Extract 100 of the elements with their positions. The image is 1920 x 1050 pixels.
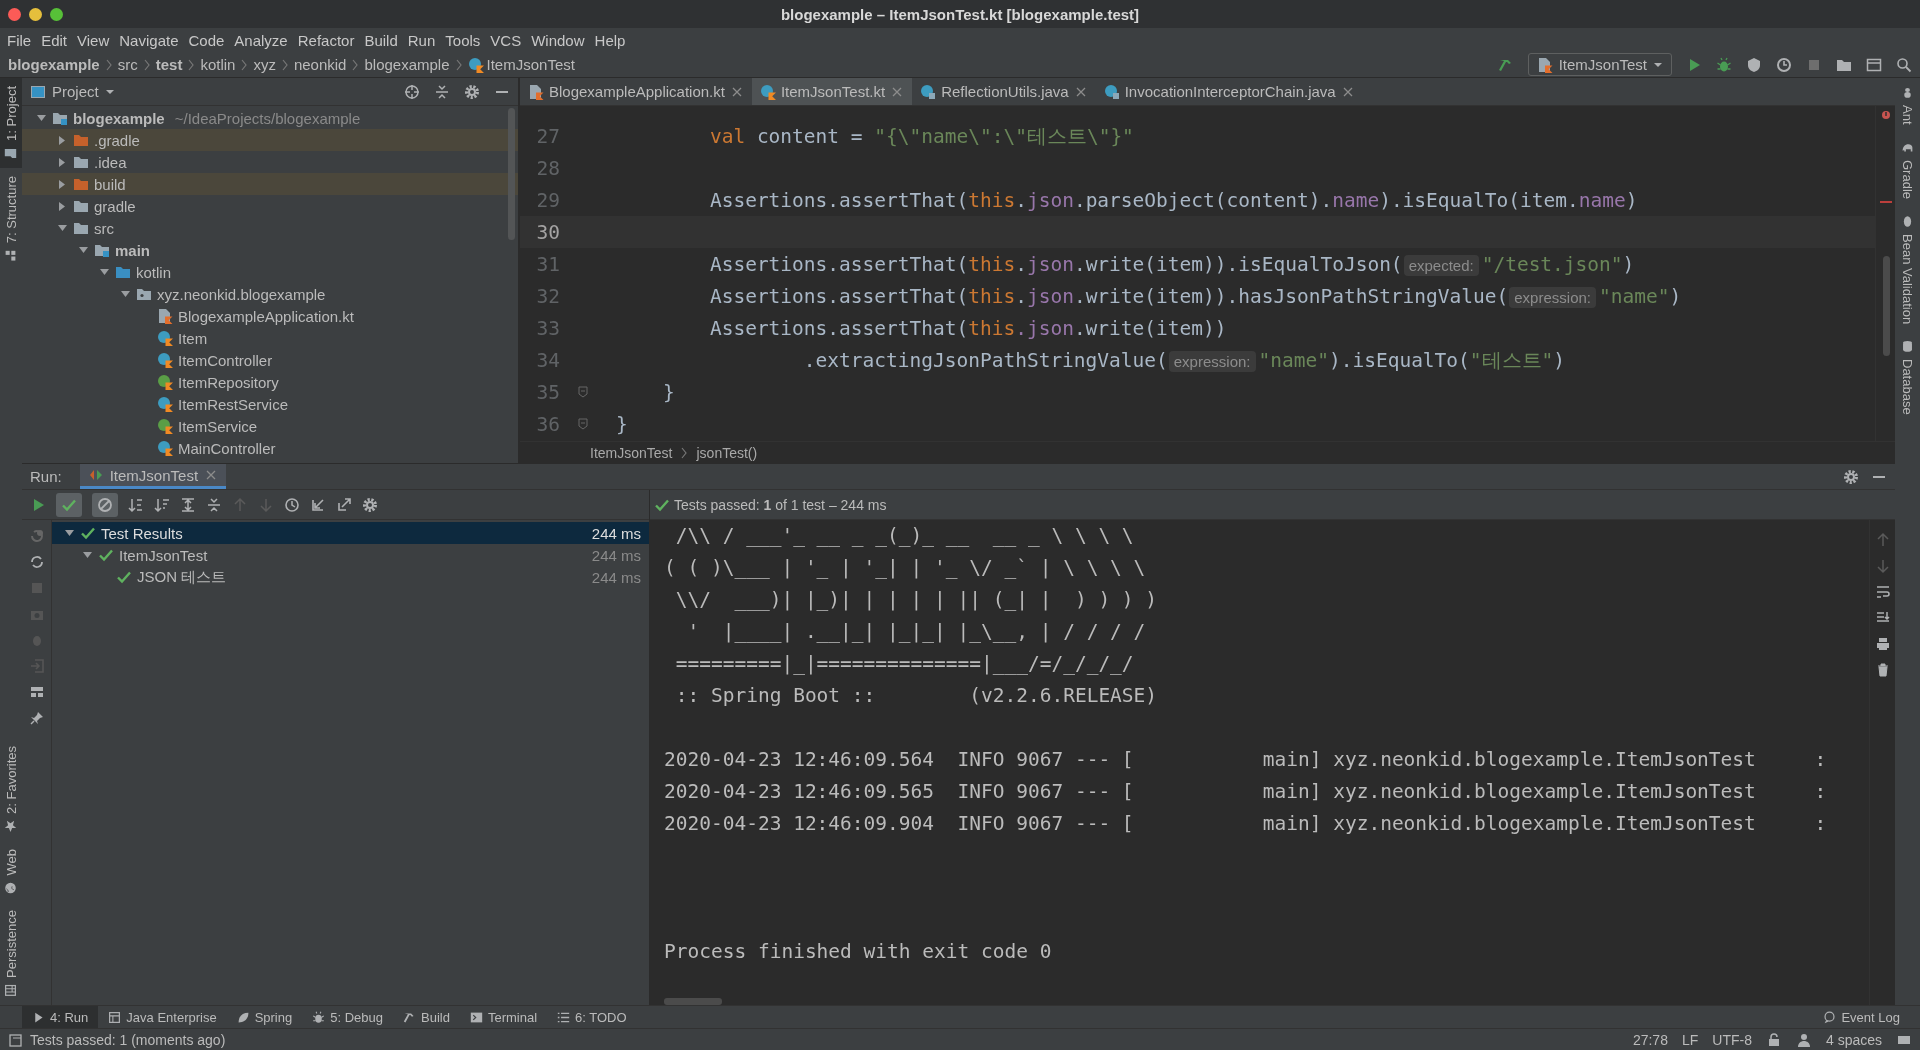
- fold-marker-icon[interactable]: [577, 417, 589, 431]
- collapsed-arrow-icon[interactable]: [57, 156, 68, 168]
- bug-icon[interactable]: [1716, 56, 1732, 73]
- test-tree-item[interactable]: ItemJsonTest 244 ms: [52, 544, 649, 566]
- file-encoding[interactable]: UTF-8: [1712, 1031, 1752, 1048]
- tree-item[interactable]: ItemService: [22, 415, 518, 437]
- breadcrumb-item[interactable]: blogexample: [364, 56, 450, 73]
- menu-item[interactable]: Build: [359, 29, 403, 51]
- run-configuration-dropdown[interactable]: ItemJsonTest: [1527, 53, 1672, 76]
- error-icon[interactable]: [1881, 110, 1891, 120]
- editor-tab[interactable]: ReflectionUtils.java: [912, 78, 1096, 105]
- tree-item[interactable]: .idea: [22, 151, 518, 173]
- collapse-all-icon[interactable]: [434, 83, 450, 100]
- tree-item[interactable]: main: [22, 239, 518, 261]
- sort-alphabetically-icon[interactable]: [128, 496, 144, 513]
- tool-window-tab[interactable]: 1: Project: [0, 78, 22, 168]
- close-window-button[interactable]: [8, 7, 21, 21]
- breadcrumb-item[interactable]: ItemJsonTest: [590, 444, 673, 461]
- show-passed-toggle[interactable]: [56, 492, 82, 517]
- collapsed-arrow-icon[interactable]: [57, 134, 68, 146]
- maximize-window-button[interactable]: [50, 7, 63, 21]
- crosshair-icon[interactable]: [404, 83, 420, 100]
- tool-window-tab[interactable]: Build: [393, 1005, 460, 1029]
- collapsed-arrow-icon[interactable]: [57, 200, 68, 212]
- breadcrumb-item[interactable]: jsonTest(): [696, 444, 758, 461]
- menu-item[interactable]: Code: [183, 29, 230, 51]
- tree-item[interactable]: ItemRestService: [22, 393, 518, 415]
- tree-item[interactable]: kotlin: [22, 261, 518, 283]
- editor-tab[interactable]: BlogexampleApplication.kt: [520, 78, 752, 105]
- menu-item[interactable]: Tools: [440, 29, 486, 51]
- history-icon[interactable]: [284, 496, 300, 513]
- tree-item[interactable]: blogexample ~/IdeaProjects/blogexample: [22, 107, 518, 129]
- expanded-arrow-icon[interactable]: [99, 266, 110, 278]
- minimize-window-button[interactable]: [29, 7, 42, 21]
- breadcrumb-item[interactable]: test: [155, 56, 183, 73]
- scrollbar-thumb[interactable]: [1883, 256, 1890, 356]
- expand-all-icon[interactable]: [180, 496, 196, 513]
- collapsed-arrow-icon[interactable]: [57, 178, 68, 190]
- tool-window-tab[interactable]: Spring: [226, 1005, 303, 1029]
- menu-item[interactable]: Run: [402, 29, 441, 51]
- tool-window-tab[interactable]: 5: Debug: [302, 1005, 393, 1029]
- breadcrumb-item[interactable]: blogexample: [8, 56, 100, 73]
- fold-marker-icon[interactable]: [577, 385, 589, 399]
- menu-item[interactable]: File: [2, 29, 37, 51]
- indent-setting[interactable]: 4 spaces: [1825, 1031, 1882, 1048]
- layout-icon[interactable]: [1866, 56, 1882, 73]
- menu-item[interactable]: Help: [589, 29, 631, 51]
- auto-test-icon[interactable]: [28, 554, 45, 570]
- tool-window-tab[interactable]: Persistence: [0, 902, 22, 1005]
- tool-window-tab[interactable]: Bean Validation: [1895, 206, 1920, 332]
- tree-item[interactable]: .gradle: [22, 129, 518, 151]
- down-arrow-icon[interactable]: [1874, 558, 1891, 574]
- search-icon[interactable]: [1896, 56, 1912, 73]
- settings-icon[interactable]: [464, 83, 480, 100]
- expanded-arrow-icon[interactable]: [36, 112, 47, 124]
- event-log-button[interactable]: Event Log: [1813, 1005, 1910, 1029]
- expanded-arrow-icon[interactable]: [57, 222, 68, 234]
- show-ignored-toggle[interactable]: [92, 492, 118, 517]
- expanded-arrow-icon[interactable]: [120, 288, 131, 300]
- import-icon[interactable]: [310, 496, 326, 513]
- menu-item[interactable]: Edit: [36, 29, 73, 51]
- expanded-arrow-icon[interactable]: [78, 244, 89, 256]
- caret-position[interactable]: 27:78: [1632, 1031, 1668, 1048]
- menu-item[interactable]: Analyze: [229, 29, 293, 51]
- tool-window-tab[interactable]: Gradle: [1895, 132, 1920, 207]
- collapse-all-icon[interactable]: [206, 496, 222, 513]
- editor-tab[interactable]: InvocationInterceptorChain.java: [1095, 78, 1363, 105]
- menu-item[interactable]: Navigate: [114, 29, 184, 51]
- layout-icon[interactable]: [28, 684, 45, 700]
- test-tree-item[interactable]: JSON 테스트 244 ms: [52, 566, 649, 588]
- expanded-arrow-icon[interactable]: [82, 549, 93, 561]
- tree-item[interactable]: MainController: [22, 437, 518, 459]
- breadcrumb-item[interactable]: kotlin: [200, 56, 236, 73]
- menu-item[interactable]: Refactor: [292, 29, 360, 51]
- tool-window-tab[interactable]: Java Enterprise: [98, 1005, 227, 1029]
- settings-icon[interactable]: [362, 496, 378, 513]
- test-tree-item[interactable]: Test Results 244 ms: [52, 522, 649, 544]
- tool-window-tab[interactable]: Web: [0, 840, 22, 903]
- profiler-icon[interactable]: [1776, 56, 1792, 73]
- tool-window-tab[interactable]: Database: [1895, 331, 1920, 423]
- tool-window-tab[interactable]: 6: TODO: [547, 1005, 637, 1029]
- expanded-arrow-icon[interactable]: [64, 527, 75, 539]
- export-icon[interactable]: [336, 496, 352, 513]
- pin-icon[interactable]: [28, 710, 45, 726]
- menu-item[interactable]: Window: [526, 29, 590, 51]
- panel-toggle-icon[interactable]: [8, 1032, 22, 1047]
- tree-item[interactable]: xyz.neonkid.blogexample: [22, 283, 518, 305]
- inspector-icon[interactable]: [1795, 1031, 1812, 1048]
- tool-window-tab[interactable]: 2: Favorites: [0, 737, 22, 841]
- line-separator[interactable]: LF: [1681, 1031, 1699, 1048]
- tree-item[interactable]: src: [22, 217, 518, 239]
- project-view-dropdown[interactable]: Project: [30, 83, 390, 100]
- breadcrumb-item[interactable]: xyz: [253, 56, 276, 73]
- tool-window-tab[interactable]: 7: Structure: [0, 167, 22, 271]
- tree-item[interactable]: ItemController: [22, 349, 518, 371]
- settings-icon[interactable]: [1843, 468, 1859, 485]
- sort-by-duration-icon[interactable]: [154, 496, 170, 513]
- tree-item[interactable]: gradle: [22, 195, 518, 217]
- breadcrumb-item[interactable]: neonkid: [293, 56, 347, 73]
- tool-window-tab[interactable]: Terminal: [459, 1005, 548, 1029]
